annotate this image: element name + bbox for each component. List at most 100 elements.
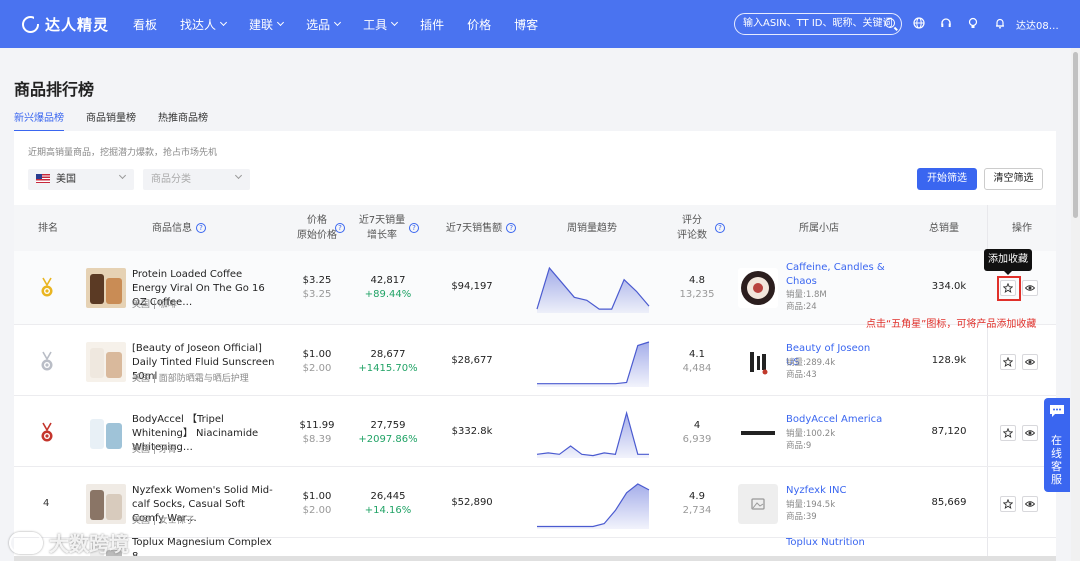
nav-item[interactable]: 博客 — [514, 16, 538, 33]
rank-number: 4 — [43, 498, 50, 509]
start-filter-button[interactable]: 开始筛选 — [917, 168, 977, 190]
product-category: 美国 | 咖啡 — [132, 300, 177, 310]
weekly-revenue: $94,197 — [451, 281, 493, 292]
header-sales[interactable]: 近7天销量 增长率 — [354, 205, 410, 251]
chevron-down-icon — [277, 18, 285, 27]
shop-logo — [738, 413, 778, 453]
globe-icon[interactable] — [913, 17, 925, 29]
help-icon[interactable]: ? — [335, 223, 345, 233]
nav-item[interactable]: 工具 — [363, 16, 399, 33]
shop-item-count: 商品:39 — [786, 512, 817, 522]
nav-item[interactable]: 插件 — [420, 16, 444, 33]
original-price: $2.00 — [302, 363, 332, 374]
favorite-button[interactable] — [1000, 496, 1016, 512]
online-support-button[interactable]: 在线客服 — [1044, 398, 1070, 492]
help-icon[interactable]: ? — [715, 223, 725, 233]
weekly-sales-trend-chart — [537, 483, 650, 529]
tab[interactable]: 新兴爆品榜 — [14, 109, 64, 132]
nav-item[interactable]: 选品 — [306, 16, 342, 33]
tab[interactable]: 商品销量榜 — [86, 109, 136, 132]
tab[interactable]: 热推商品榜 — [158, 109, 208, 132]
nav-item[interactable]: 找达人 — [180, 16, 228, 33]
hint-text: 近期高销量商品，挖掘潜力爆款，抢占市场先机 — [28, 148, 218, 158]
category-select[interactable]: 商品分类 — [143, 169, 250, 190]
weekly-revenue: $52,890 — [451, 497, 493, 508]
shop-name-link[interactable]: BodyAccel America — [786, 413, 886, 427]
sales-cell: 42,817 +89.44% — [354, 274, 422, 302]
brand-logo[interactable]: 达人精灵 — [22, 14, 109, 35]
review-count: 13,235 — [679, 289, 715, 300]
favorite-button[interactable] — [1000, 354, 1016, 370]
star-icon — [1003, 428, 1013, 438]
help-icon[interactable]: ? — [506, 223, 517, 233]
headset-icon[interactable] — [940, 17, 952, 29]
favorite-button[interactable] — [1000, 425, 1016, 441]
chevron-down-icon — [391, 18, 399, 27]
chat-icon — [1050, 405, 1064, 417]
horizontal-scrollbar[interactable] — [14, 556, 1056, 561]
weekly-sales-trend-chart — [536, 266, 650, 313]
shop-logo — [738, 268, 778, 308]
weekly-sales: 26,445 — [370, 491, 406, 502]
support-label: 在线客服 — [1051, 434, 1062, 486]
search-input[interactable]: 输入ASIN、TT ID、昵称、关键词 — [734, 13, 902, 35]
search-icon[interactable] — [885, 18, 895, 28]
rating-score: 4 — [693, 420, 701, 431]
shop-name-link[interactable]: Nyzfexk INC — [786, 484, 886, 498]
annotation-note: 点击“五角星”图标，可将产品添加收藏 — [866, 319, 1037, 330]
bronze-medal-icon — [41, 422, 53, 442]
rating-score: 4.9 — [689, 491, 705, 502]
sales-cell: 28,677 +1415.70% — [354, 348, 422, 376]
gold-medal-icon — [41, 277, 53, 297]
growth-rate: +14.16% — [364, 505, 412, 516]
nav-item-label: 博客 — [514, 17, 539, 32]
header-trend: 周销量趋势 — [567, 222, 617, 234]
chevron-down-icon — [220, 18, 228, 27]
country-select[interactable]: 美国 — [28, 169, 134, 190]
total-sales: 85,669 — [931, 497, 967, 508]
trend-area — [537, 484, 649, 529]
growth-rate: +89.44% — [364, 289, 412, 300]
price-cell: $3.25 $3.25 — [284, 274, 350, 302]
view-button[interactable] — [1022, 425, 1038, 441]
view-button[interactable] — [1022, 280, 1038, 296]
logo-icon — [22, 14, 40, 33]
header-revenue[interactable]: 近7天销售额? — [436, 205, 526, 251]
table-header: 排名 商品信息? 价格 原始价格 ? 近7天销量 增长率 ? 近7天销售额? 周销量… — [14, 205, 1056, 251]
nav-item[interactable]: 建联 — [249, 16, 285, 33]
shop-item-count: 商品:24 — [786, 302, 817, 312]
sales-cell: 26,445 +14.16% — [354, 490, 422, 518]
eye-icon — [1025, 285, 1035, 291]
eye-icon — [1025, 430, 1035, 436]
watermark-text: 大数跨境 — [49, 532, 129, 556]
nav-item[interactable]: 看板 — [133, 16, 157, 33]
shop-name-link[interactable]: Caffeine, Candles & Chaos — [786, 261, 886, 289]
bulb-icon[interactable] — [967, 17, 979, 29]
rating-score: 4.1 — [689, 349, 705, 360]
help-icon[interactable]: ? — [409, 223, 419, 233]
rating-cell: 4 6,939 — [667, 419, 727, 447]
original-price: $2.00 — [302, 505, 332, 516]
shop-sales: 销量:289.4k — [786, 358, 836, 368]
nav-item-label: 建联 — [249, 17, 274, 32]
product-category: 美国 | 面部防晒霜与晒后护理 — [132, 374, 249, 384]
star-icon — [1003, 357, 1013, 367]
total-sales: 87,120 — [931, 426, 967, 437]
header-total[interactable]: 总销量 — [919, 205, 969, 251]
favorite-tooltip: 添加收藏 — [984, 249, 1032, 275]
scrollbar-thumb[interactable] — [1073, 52, 1078, 218]
shop-name-link[interactable]: Toplux Nutrition — [786, 536, 886, 550]
nav-item[interactable]: 价格 — [467, 16, 491, 33]
us-flag-icon — [36, 174, 50, 183]
header-rating[interactable]: 评分 评论数 — [669, 205, 715, 251]
bell-icon[interactable] — [994, 17, 1006, 29]
rating-cell: 4.8 13,235 — [667, 274, 727, 302]
chevron-down-icon — [118, 171, 127, 180]
view-button[interactable] — [1022, 496, 1038, 512]
clear-filter-button[interactable]: 清空筛选 — [984, 168, 1043, 190]
weekly-sales-trend-chart — [536, 410, 649, 458]
view-button[interactable] — [1022, 354, 1038, 370]
user-menu[interactable]: 达达08… — [1016, 17, 1059, 32]
watermark: 大数跨境 — [9, 528, 129, 557]
help-icon[interactable]: ? — [196, 223, 206, 233]
